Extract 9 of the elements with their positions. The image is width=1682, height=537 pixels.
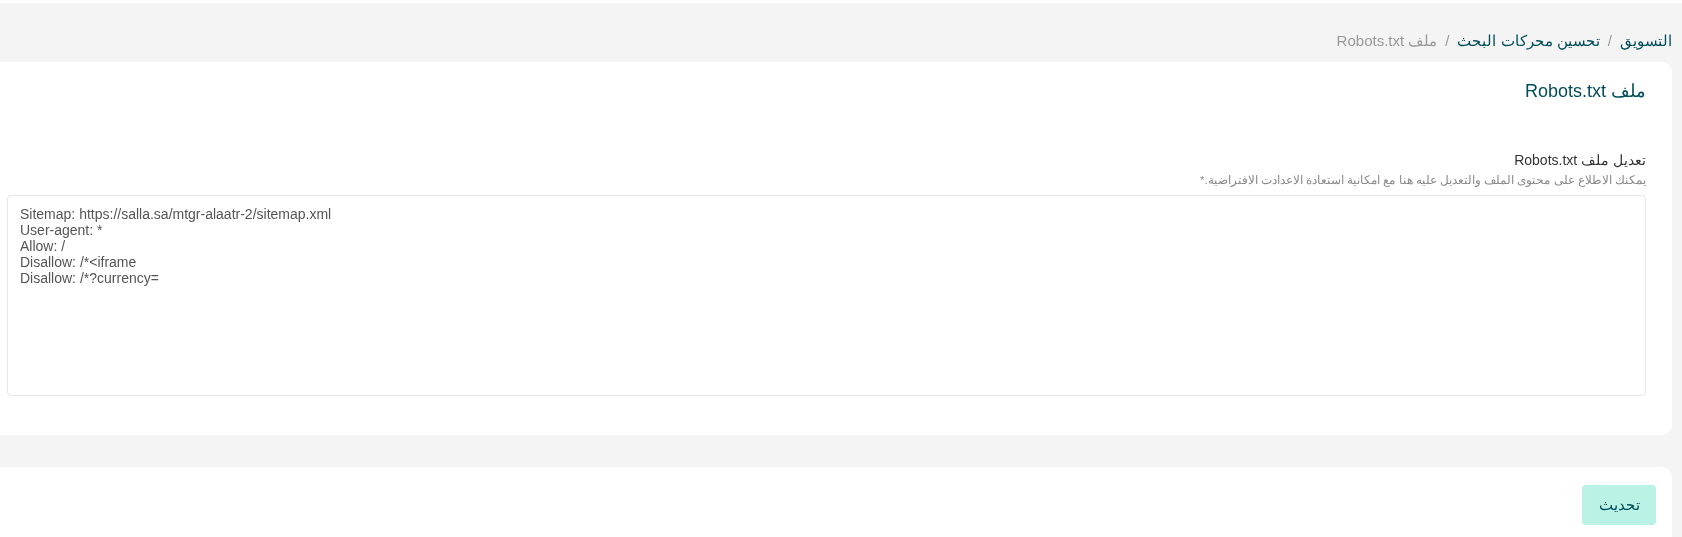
- breadcrumb-link[interactable]: التسويق: [1620, 29, 1672, 53]
- breadcrumb-separator: /: [1607, 30, 1612, 51]
- breadcrumb-link[interactable]: تحسين محركات البحث: [1457, 29, 1600, 53]
- update-button[interactable]: تحديث: [1582, 485, 1656, 525]
- robots-text-field[interactable]: Sitemap: https://salla.sa/mtgr-alaatr-2/sitemap.xml User-agent: * Allow: / Disallow: /*<iframe Disallow: /*?currency=: [7, 195, 1646, 397]
- breadcrumb-separator: /: [1445, 30, 1450, 51]
- field-label: تعديل ملف Robots.txt: [1513, 151, 1646, 170]
- field-hint: يمكنك الاطلاع على محتوى الملف والتعديل عليه هنا مع امكانية استعادة الاعدادت الافتراضية.*: [1199, 173, 1646, 189]
- card-title: ملف Robots.txt: [1523, 80, 1646, 103]
